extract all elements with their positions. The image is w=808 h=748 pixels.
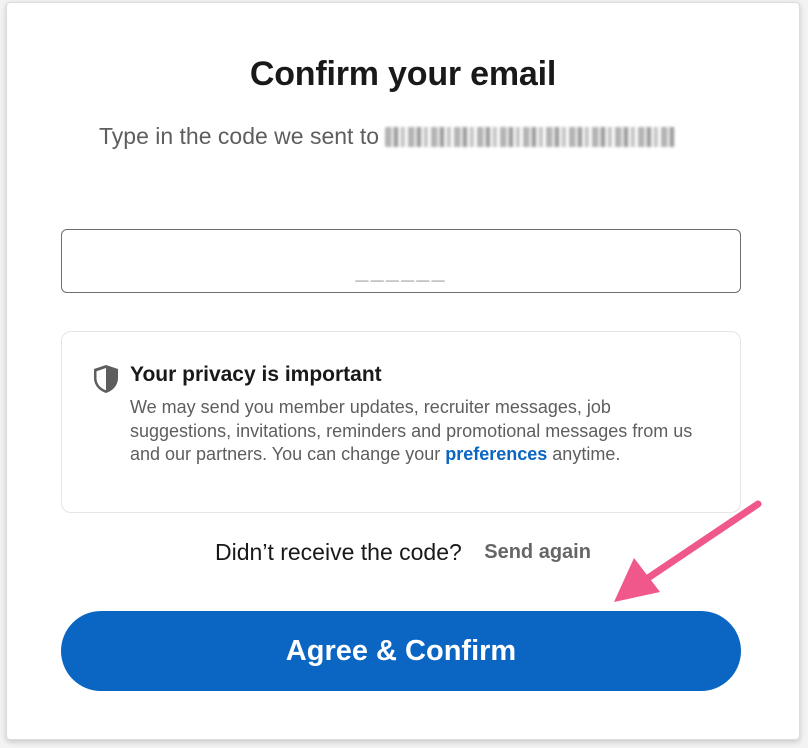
verification-code-field[interactable] [61,229,741,293]
agree-confirm-button[interactable]: Agree & Confirm [61,611,741,691]
confirm-email-card: Confirm your email Type in the code we s… [6,2,800,740]
resend-row: Didn’t receive the code? Send again [7,539,799,566]
privacy-body: We may send you member updates, recruite… [130,396,710,467]
privacy-title: Your privacy is important [130,363,382,386]
privacy-notice: Your privacy is important We may send yo… [61,331,741,513]
instruction-label: Type in the code we sent to [99,123,380,149]
shield-icon [94,365,118,393]
page-title: Confirm your email [249,55,557,93]
redacted-email [385,126,676,147]
send-again-button[interactable]: Send again [484,541,591,564]
privacy-body-tail: anytime. [547,444,621,464]
resend-question: Didn’t receive the code? [215,539,462,565]
preferences-link[interactable]: preferences [445,444,547,464]
verification-code-input[interactable] [62,230,740,292]
instruction-text: Type in the code we sent to [99,123,676,150]
